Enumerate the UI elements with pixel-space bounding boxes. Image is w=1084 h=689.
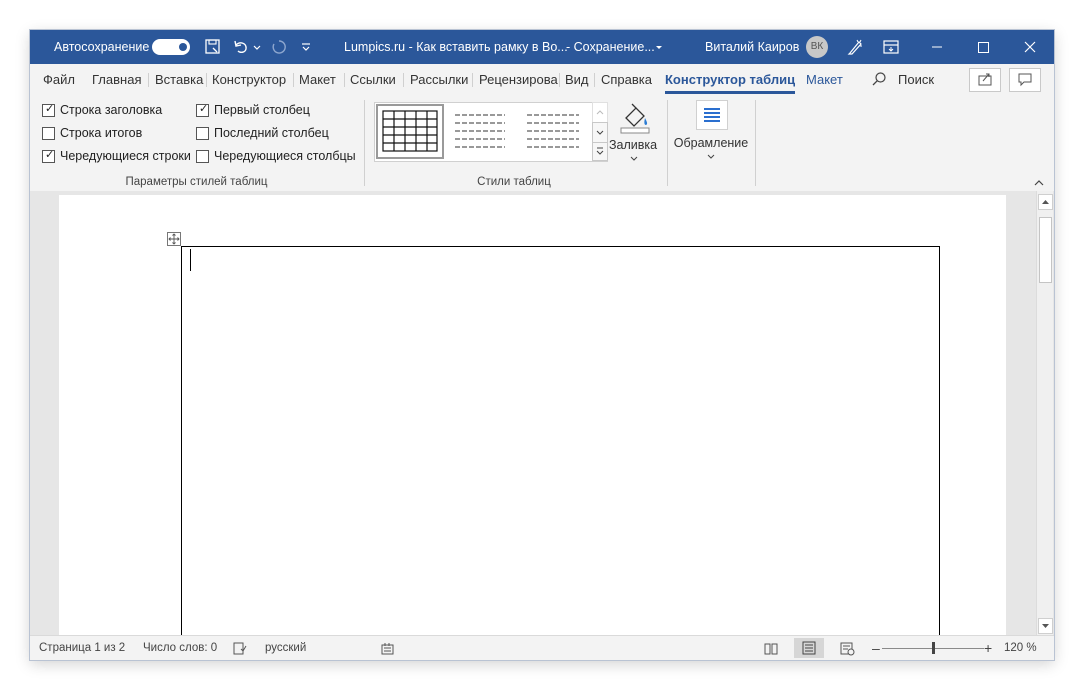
tab-home[interactable]: Главная xyxy=(92,64,141,94)
zoom-in-button[interactable]: + xyxy=(984,636,992,660)
customize-toolbar-icon[interactable] xyxy=(300,38,312,56)
gallery-more[interactable] xyxy=(592,142,608,161)
tab-layout[interactable]: Макет xyxy=(299,64,336,94)
user-name[interactable]: Виталий Каиров xyxy=(705,30,799,64)
autosave-label: Автосохранение xyxy=(54,40,150,54)
tab-design[interactable]: Конструктор xyxy=(212,64,286,94)
proofing-icon[interactable] xyxy=(232,641,248,656)
word-window: Автосохранение Lumpics.ru - Как вставить… xyxy=(30,30,1054,660)
maximize-icon xyxy=(978,42,989,53)
ribbon-display-icon[interactable] xyxy=(882,38,900,56)
status-bar: Страница 1 из 2 Число слов: 0 русский – xyxy=(30,635,1054,660)
title-dropdown-icon[interactable] xyxy=(654,38,664,56)
document-area xyxy=(30,191,1054,647)
scroll-thumb[interactable] xyxy=(1039,217,1052,283)
scroll-up-button[interactable] xyxy=(1038,194,1053,210)
table-style-light[interactable] xyxy=(527,114,579,148)
tab-references[interactable]: Ссылки xyxy=(350,64,396,94)
text-cursor xyxy=(190,249,191,271)
autosave-toggle[interactable] xyxy=(152,39,190,55)
borders-icon xyxy=(704,108,720,122)
table-styles-gallery xyxy=(374,102,608,162)
zoom-level[interactable]: 120 % xyxy=(1004,636,1037,660)
macro-recording-icon[interactable] xyxy=(380,641,396,656)
redo-icon[interactable] xyxy=(270,38,288,56)
tab-mailings[interactable]: Рассылки xyxy=(410,64,468,94)
read-mode-icon[interactable] xyxy=(763,641,779,656)
share-button[interactable] xyxy=(969,68,1001,92)
more-icon xyxy=(596,147,604,155)
zoom-out-button[interactable]: – xyxy=(872,636,880,660)
close-button[interactable] xyxy=(1006,30,1054,64)
shading-button[interactable]: Заливка xyxy=(608,98,658,170)
word-count[interactable]: Число слов: 0 xyxy=(143,636,217,660)
table-cell[interactable] xyxy=(181,246,940,647)
undo-icon[interactable] xyxy=(232,38,250,56)
comments-button[interactable] xyxy=(1009,68,1041,92)
table-style-plain[interactable] xyxy=(455,114,505,148)
print-layout-button[interactable] xyxy=(794,638,824,658)
gallery-scroll-up[interactable] xyxy=(592,102,608,123)
borders-dropdown-icon xyxy=(707,154,715,159)
maximize-button[interactable] xyxy=(960,30,1006,64)
tab-table-design[interactable]: Конструктор таблиц xyxy=(665,64,796,94)
title-bar: Автосохранение Lumpics.ru - Как вставить… xyxy=(30,30,1054,64)
print-layout-icon xyxy=(802,641,816,655)
vertical-scrollbar[interactable] xyxy=(1036,191,1053,635)
search-icon[interactable] xyxy=(871,71,887,87)
minimize-button[interactable] xyxy=(914,30,960,64)
page-count[interactable]: Страница 1 из 2 xyxy=(39,636,125,660)
minimize-icon xyxy=(932,46,942,48)
comment-icon xyxy=(1018,73,1032,87)
borders-label: Обрамление xyxy=(673,136,749,150)
shading-label: Заливка xyxy=(608,138,658,152)
tab-review[interactable]: Рецензирова xyxy=(479,64,558,94)
collapse-ribbon-icon[interactable] xyxy=(1033,178,1045,188)
borders-button[interactable]: Обрамление xyxy=(672,98,750,170)
arrow-down-icon xyxy=(1042,624,1049,628)
move-icon xyxy=(168,233,180,245)
search-label[interactable]: Поиск xyxy=(898,64,934,94)
pen-icon[interactable] xyxy=(846,38,864,56)
save-icon[interactable] xyxy=(204,38,222,56)
zoom-slider-thumb[interactable] xyxy=(932,642,935,654)
ribbon: ✓ Строка заголовка Строка итогов ✓ Чередую… xyxy=(30,94,1054,192)
document-title: Lumpics.ru - Как вставить рамку в Во... xyxy=(344,40,568,54)
save-status[interactable]: - Сохранение... xyxy=(566,30,655,64)
scroll-down-button[interactable] xyxy=(1038,618,1053,634)
table-move-handle[interactable] xyxy=(167,232,181,246)
chevron-up-icon xyxy=(596,110,604,115)
table-styles-group-label: Стили таблиц xyxy=(477,176,551,188)
chevron-down-icon xyxy=(596,130,604,135)
tab-insert[interactable]: Вставка xyxy=(155,64,203,94)
tab-table-layout[interactable]: Макет xyxy=(806,64,843,94)
undo-dropdown-icon[interactable] xyxy=(252,38,262,56)
web-layout-icon[interactable] xyxy=(839,641,855,656)
close-icon xyxy=(1024,41,1036,53)
tab-help[interactable]: Справка xyxy=(601,64,652,94)
tab-view[interactable]: Вид xyxy=(565,64,589,94)
language[interactable]: русский xyxy=(265,636,306,660)
ribbon-tabs: Файл Главная Вставка Конструктор Макет С… xyxy=(30,64,1054,94)
avatar[interactable]: ВК xyxy=(806,36,828,58)
share-icon xyxy=(978,73,992,86)
tab-file[interactable]: Файл xyxy=(43,64,75,94)
borders-icon-box xyxy=(696,100,728,130)
style-options-group-label: Параметры стилей таблиц xyxy=(125,176,268,188)
paint-bucket-icon xyxy=(620,103,650,134)
shading-dropdown-icon xyxy=(630,156,638,161)
table-style-thumbnails xyxy=(376,104,579,159)
gallery-scroll-down[interactable] xyxy=(592,122,608,143)
document-page[interactable] xyxy=(59,195,1006,647)
arrow-up-icon xyxy=(1042,200,1049,204)
